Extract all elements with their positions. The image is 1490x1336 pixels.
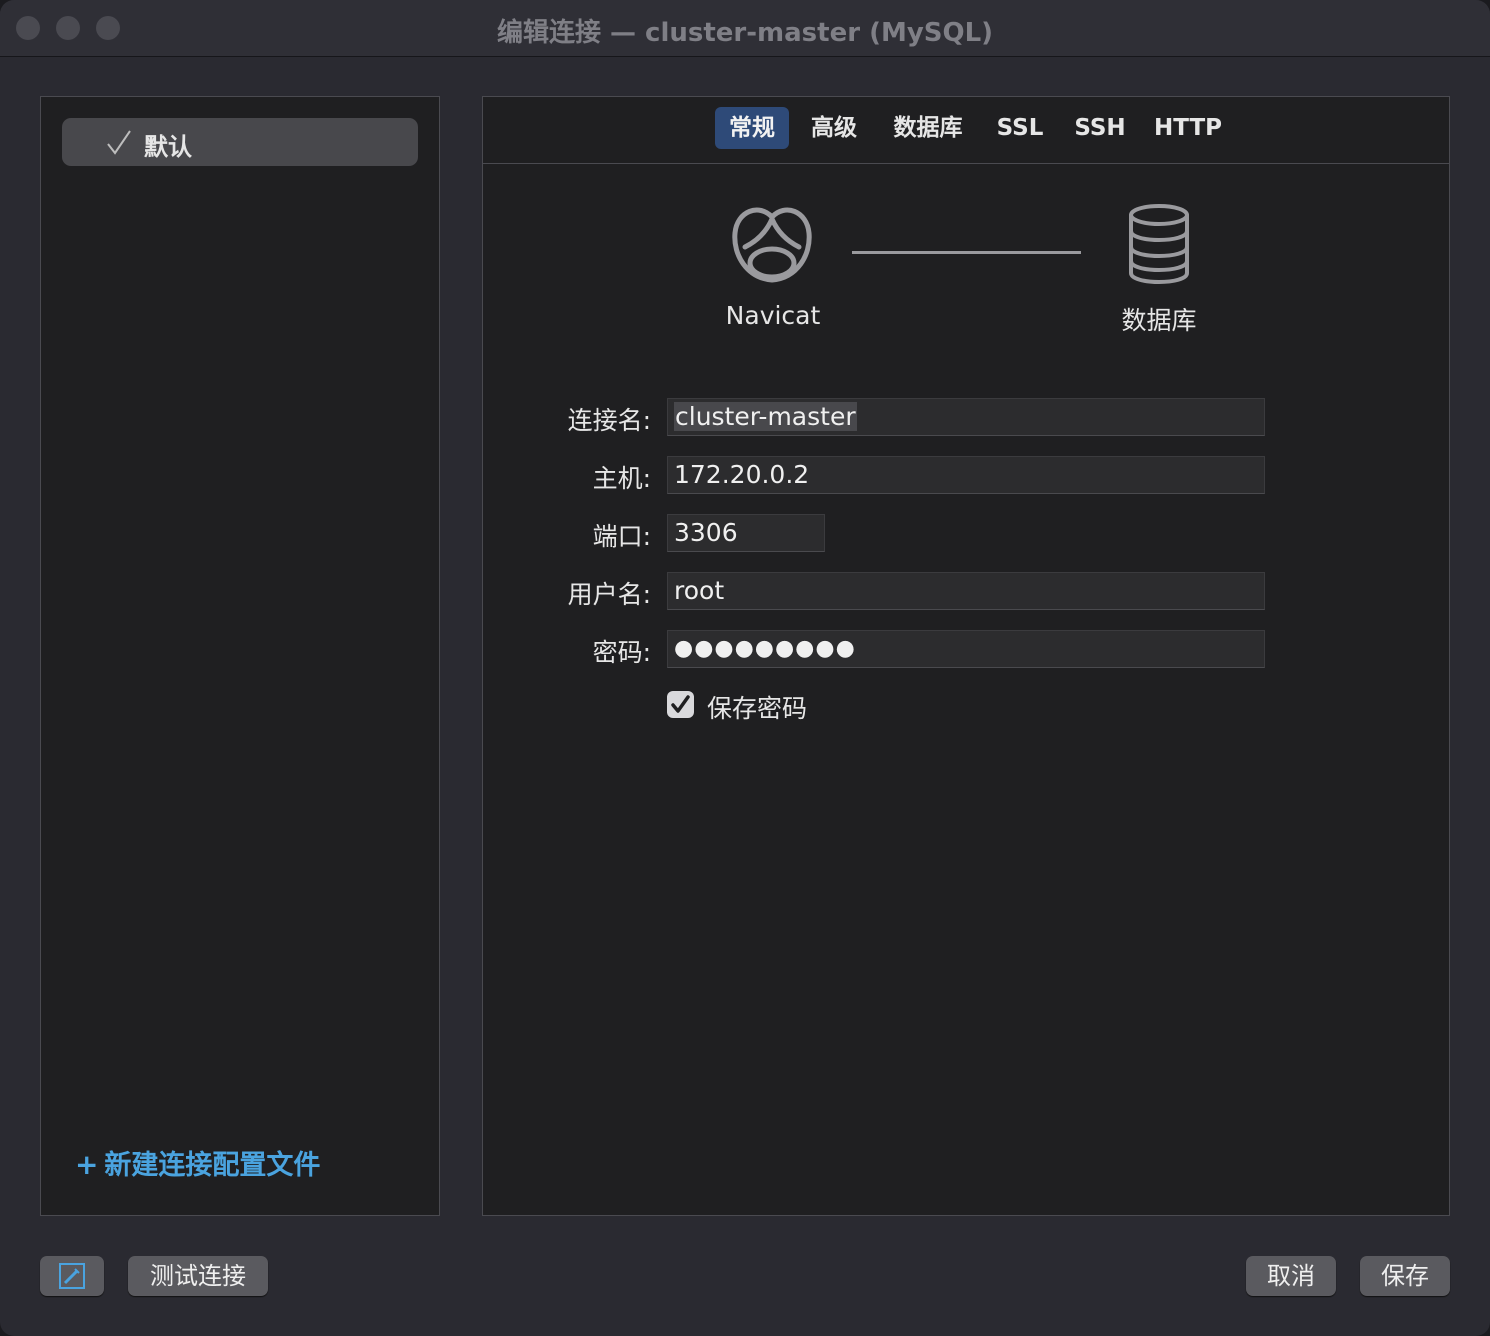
tab-advanced[interactable]: 高级 [799,107,869,149]
cancel-button[interactable]: 取消 [1246,1256,1336,1296]
tab-bar: 常规 高级 数据库 SSL SSH HTTP [483,97,1449,164]
new-profile-link[interactable]: + 新建连接配置文件 [75,1143,320,1182]
tab-http[interactable]: HTTP [1147,107,1229,149]
profile-label: 默认 [144,133,192,161]
username-input[interactable]: root [667,572,1265,610]
password-input[interactable]: ●●●●●●●●● [667,630,1265,668]
tab-ssl[interactable]: SSL [987,107,1053,149]
test-connection-button[interactable]: 测试连接 [128,1256,268,1296]
connection-name-input[interactable]: cluster-master [667,398,1265,436]
save-button[interactable]: 保存 [1360,1256,1450,1296]
database-label: 数据库 [1121,306,1197,335]
tab-general[interactable]: 常规 [715,107,789,149]
edit-connection-window: 编辑连接 — cluster-master (MySQL) 默认 + 新建连接配… [0,0,1490,1336]
connection-name-value: cluster-master [674,402,857,431]
edit-config-icon [59,1263,85,1289]
new-profile-label: 新建连接配置文件 [104,1150,321,1181]
tab-ssh[interactable]: SSH [1067,107,1133,149]
navicat-label: Navicat [725,301,821,330]
title-bar: 编辑连接 — cluster-master (MySQL) [0,0,1490,57]
checkmark-icon [107,130,131,155]
connection-line [852,251,1081,254]
port-input[interactable]: 3306 [667,514,825,552]
port-label: 端口: [592,522,651,551]
plus-icon: + [75,1148,99,1181]
navicat-logo-icon [732,207,812,283]
edit-config-button[interactable] [40,1256,104,1296]
username-label: 用户名: [567,580,651,609]
profile-list-panel: 默认 + 新建连接配置文件 [40,96,440,1216]
host-input[interactable]: 172.20.0.2 [667,456,1265,494]
password-label: 密码: [592,638,651,667]
tab-database[interactable]: 数据库 [885,107,971,149]
checkmark-icon [671,695,690,713]
connection-name-label: 连接名: [567,406,651,435]
save-password-label: 保存密码 [707,694,808,723]
save-password-checkbox[interactable] [667,691,694,718]
profile-item-default[interactable]: 默认 [62,118,418,166]
connection-settings-panel: 常规 高级 数据库 SSL SSH HTTP Navicat 数据库 连接名: … [482,96,1450,1216]
database-icon [1129,204,1189,284]
window-title: 编辑连接 — cluster-master (MySQL) [496,18,994,48]
host-label: 主机: [592,464,651,493]
